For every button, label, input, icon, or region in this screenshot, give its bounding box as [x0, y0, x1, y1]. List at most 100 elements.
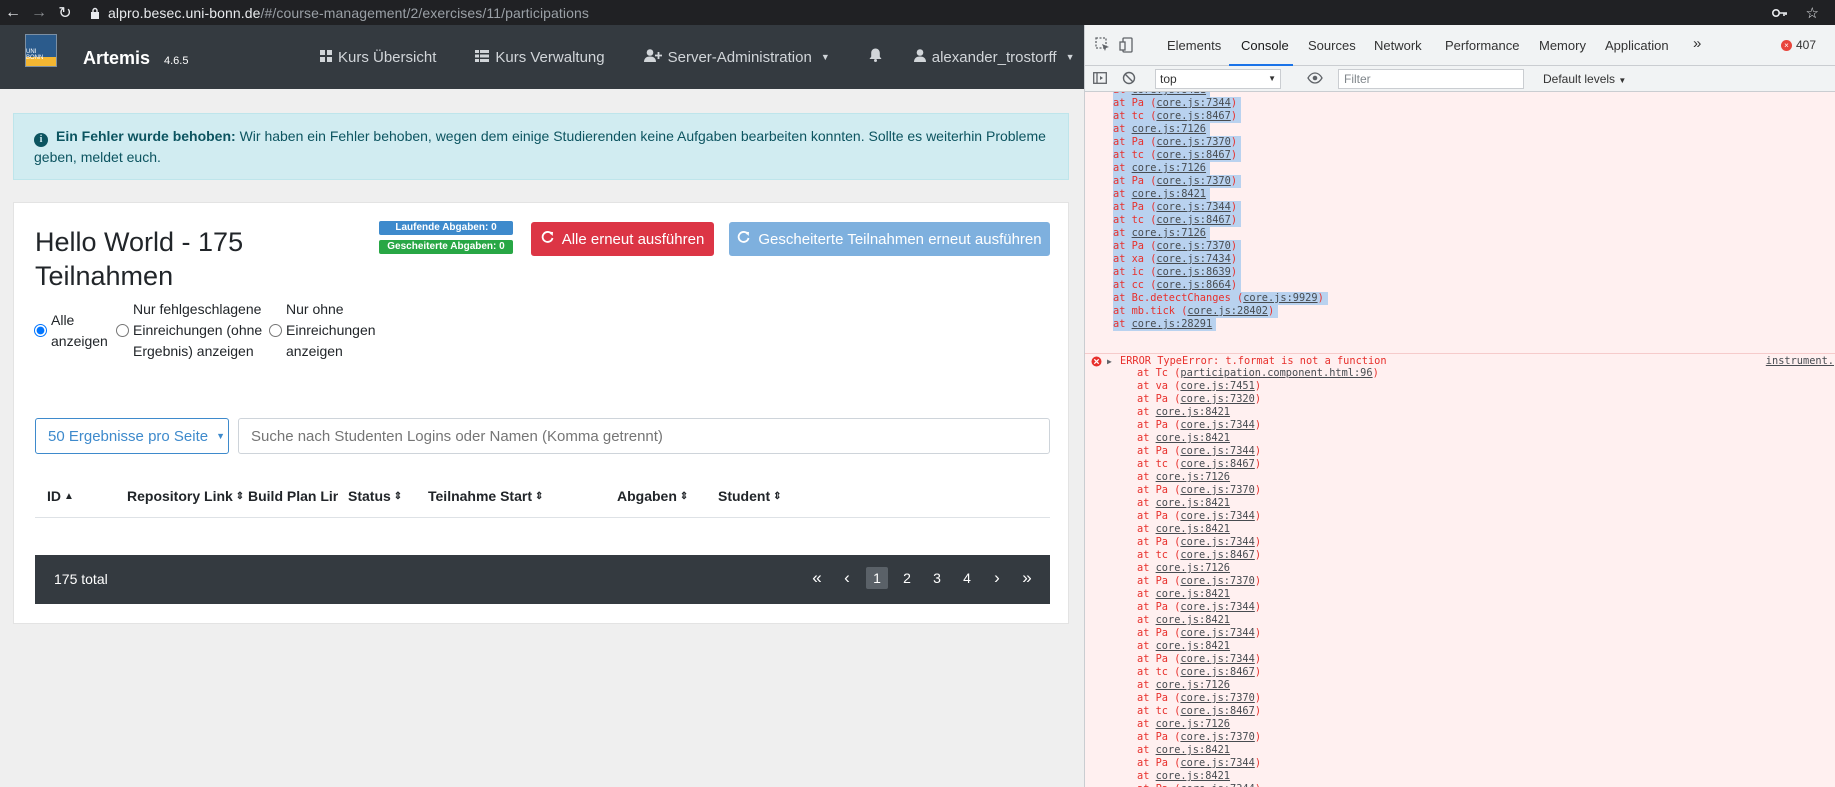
stack-frame-source-link[interactable]: core.js:8467: [1180, 666, 1254, 678]
stack-frame-source-link[interactable]: core.js:8421: [1156, 523, 1230, 535]
stack-frame-source-link[interactable]: core.js:8421: [1156, 406, 1230, 418]
forward-arrow-icon[interactable]: →: [26, 0, 52, 25]
last-page-icon[interactable]: »: [1012, 567, 1042, 589]
sidebar-toggle-icon[interactable]: [1093, 71, 1107, 88]
page-3-button[interactable]: 3: [922, 567, 952, 589]
stack-frame-source-link[interactable]: core.js:7320: [1180, 393, 1254, 405]
stack-frame-source-link[interactable]: core.js:8467: [1156, 214, 1230, 226]
bookmark-star-icon[interactable]: ☆: [1806, 4, 1819, 22]
reload-icon[interactable]: ↻: [52, 0, 78, 25]
filter-none-radio[interactable]: [269, 324, 282, 337]
log-levels-dropdown[interactable]: Default levels ▼: [1543, 72, 1626, 86]
stack-frame-source-link[interactable]: core.js:8421: [1156, 640, 1230, 652]
back-arrow-icon[interactable]: ←: [0, 0, 26, 25]
filter-all-radio[interactable]: [34, 324, 47, 337]
context-select[interactable]: top ▼: [1155, 69, 1281, 89]
stack-frame-source-link[interactable]: core.js:8467: [1180, 549, 1254, 561]
page-4-button[interactable]: 4: [952, 567, 982, 589]
stack-frame-source-link[interactable]: core.js:7370: [1156, 136, 1230, 148]
console-filter-input[interactable]: Filter: [1338, 69, 1524, 89]
stack-frame-source-link[interactable]: core.js:7126: [1132, 162, 1206, 174]
stack-frame-source-link[interactable]: core.js:7344: [1180, 757, 1254, 769]
stack-frame-source-link[interactable]: core.js:7344: [1180, 510, 1254, 522]
column-student[interactable]: Student ⇕: [718, 488, 782, 504]
stack-frame-source-link[interactable]: core.js:7344: [1180, 445, 1254, 457]
stack-frame-source-link[interactable]: core.js:7370: [1180, 731, 1254, 743]
stack-frame-source-link[interactable]: core.js:7344: [1180, 627, 1254, 639]
brand-name[interactable]: Artemis: [83, 48, 150, 69]
column-participation-start[interactable]: Teilnahme Start ⇕: [428, 488, 543, 504]
stack-frame-source-link[interactable]: core.js:8639: [1156, 266, 1230, 278]
first-page-icon[interactable]: «: [802, 567, 832, 589]
stack-frame-source-link[interactable]: core.js:8467: [1156, 110, 1230, 122]
stack-frame-source-link[interactable]: core.js:8467: [1180, 705, 1254, 717]
tab-sources[interactable]: Sources: [1308, 38, 1356, 53]
stack-frame-source-link[interactable]: core.js:8421: [1156, 614, 1230, 626]
column-build-plan-link[interactable]: Build Plan Link: [248, 488, 338, 504]
stack-frame-source-link[interactable]: core.js:7370: [1180, 692, 1254, 704]
tab-elements[interactable]: Elements: [1167, 38, 1221, 53]
clear-console-icon[interactable]: [1122, 71, 1136, 88]
stack-frame-source-link[interactable]: core.js:7451: [1180, 380, 1254, 392]
rerun-all-button[interactable]: Alle erneut ausführen: [531, 222, 714, 256]
filter-none-option[interactable]: Nur ohne Einreichungen anzeigen: [269, 299, 389, 362]
stack-frame-source-link[interactable]: core.js:8421: [1156, 432, 1230, 444]
key-icon[interactable]: [1771, 5, 1788, 21]
stack-frame-source-link[interactable]: core.js:7126: [1156, 679, 1230, 691]
stack-frame-source-link[interactable]: core.js:28291: [1132, 318, 1213, 330]
nav-server-admin[interactable]: Server-Administration ▼: [643, 49, 830, 66]
stack-frame-source-link[interactable]: core.js:7370: [1156, 175, 1230, 187]
stack-frame-source-link[interactable]: core.js:8421: [1132, 92, 1206, 96]
page-2-button[interactable]: 2: [892, 567, 922, 589]
stack-frame-source-link[interactable]: core.js:8421: [1156, 497, 1230, 509]
uni-bonn-logo[interactable]: UNI BONN: [25, 34, 57, 67]
stack-frame-source-link[interactable]: core.js:8421: [1156, 770, 1230, 782]
stack-frame-source-link[interactable]: participation.component.html:96: [1180, 367, 1372, 379]
column-id[interactable]: ID ▲: [47, 488, 74, 504]
stack-frame-source-link[interactable]: core.js:7344: [1180, 419, 1254, 431]
rerun-failed-button[interactable]: Gescheiterte Teilnahmen erneut ausführen: [729, 222, 1050, 256]
stack-frame-source-link[interactable]: core.js:9929: [1243, 292, 1317, 304]
nav-course-overview[interactable]: Kurs Übersicht: [320, 49, 436, 66]
stack-frame-source-link[interactable]: core.js:7344: [1156, 201, 1230, 213]
page-1-button[interactable]: 1: [866, 567, 888, 589]
address-bar[interactable]: alpro.besec.uni-bonn.de/#/course-managem…: [108, 5, 589, 21]
inspect-element-icon[interactable]: [1095, 37, 1111, 53]
student-search-input[interactable]: [238, 418, 1050, 454]
stack-frame-source-link[interactable]: core.js:8421: [1132, 188, 1206, 200]
filter-failed-radio[interactable]: [116, 324, 129, 337]
nav-course-management[interactable]: Kurs Verwaltung: [475, 49, 605, 66]
tab-memory[interactable]: Memory: [1539, 38, 1586, 53]
stack-frame-source-link[interactable]: core.js:7126: [1156, 562, 1230, 574]
tab-application[interactable]: Application: [1605, 38, 1669, 53]
expand-triangle-icon[interactable]: ▶: [1107, 355, 1112, 368]
stack-frame-source-link[interactable]: core.js:7126: [1132, 123, 1206, 135]
stack-frame-source-link[interactable]: core.js:7126: [1132, 227, 1206, 239]
stack-frame-source-link[interactable]: core.js:7370: [1156, 240, 1230, 252]
stack-frame-source-link[interactable]: core.js:28402: [1187, 305, 1268, 317]
stack-frame-source-link[interactable]: core.js:7434: [1156, 253, 1230, 265]
page-size-dropdown[interactable]: 50 Ergebnisse pro Seite ▼: [35, 418, 229, 454]
stack-frame-source-link[interactable]: core.js:7370: [1180, 484, 1254, 496]
stack-frame-source-link[interactable]: core.js:8421: [1156, 744, 1230, 756]
nav-user-menu[interactable]: alexander_trostorff ▼: [913, 49, 1074, 66]
stack-frame-source-link[interactable]: core.js:7344: [1180, 783, 1254, 787]
error-counter[interactable]: × 407: [1781, 38, 1816, 52]
prev-page-icon[interactable]: ‹: [832, 567, 862, 589]
column-status[interactable]: Status ⇕: [348, 488, 402, 504]
stack-frame-source-link[interactable]: core.js:7344: [1180, 653, 1254, 665]
stack-frame-source-link[interactable]: core.js:7126: [1156, 718, 1230, 730]
stack-frame-source-link[interactable]: core.js:8664: [1156, 279, 1230, 291]
stack-frame-source-link[interactable]: core.js:7344: [1180, 536, 1254, 548]
filter-failed-option[interactable]: Nur fehlgeschlagene Einreichungen (ohne …: [116, 299, 269, 362]
stack-frame-source-link[interactable]: core.js:7344: [1156, 97, 1230, 109]
eye-icon[interactable]: [1307, 72, 1323, 87]
stack-frame-source-link[interactable]: core.js:8467: [1180, 458, 1254, 470]
stack-frame-source-link[interactable]: core.js:7126: [1156, 471, 1230, 483]
stack-frame-source-link[interactable]: core.js:7370: [1180, 575, 1254, 587]
column-repository-link[interactable]: Repository Link ⇕: [127, 488, 244, 504]
error-source-link[interactable]: instrument.: [1766, 355, 1834, 368]
next-page-icon[interactable]: ›: [982, 567, 1012, 589]
stack-frame-source-link[interactable]: core.js:7344: [1180, 601, 1254, 613]
stack-frame-source-link[interactable]: core.js:8467: [1156, 149, 1230, 161]
